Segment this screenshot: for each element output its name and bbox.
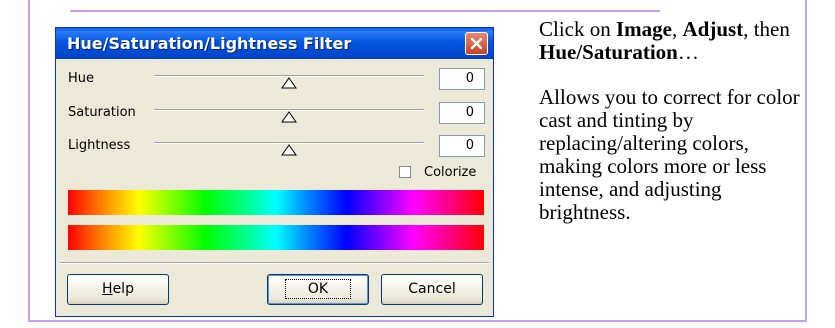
then-text: then [748, 17, 790, 41]
ok-button[interactable]: OK [267, 274, 369, 305]
saturation-value-field[interactable]: 0 [439, 102, 485, 124]
lightness-slider-thumb[interactable] [281, 144, 297, 156]
hue-value-field[interactable]: 0 [439, 68, 485, 90]
top-rule [70, 10, 660, 12]
help-label-rest: elp [112, 281, 134, 297]
lightness-label: Lightness [68, 138, 131, 153]
close-icon [470, 37, 483, 50]
menu-path-instruction: Click on Image, Adjust, then Hue/Saturat… [539, 18, 809, 64]
image-menu-name: Image [616, 17, 672, 41]
hue-saturation-menu-name: Hue/Saturation [539, 40, 678, 64]
instruction-text: Click on Image, Adjust, then Hue/Saturat… [539, 18, 809, 224]
hsl-filter-dialog: Hue/Saturation/Lightness Filter Hue 0 Sa… [55, 27, 494, 317]
click-on-text: Click on [539, 17, 616, 41]
lightness-value-field[interactable]: 0 [439, 135, 485, 157]
adjusted-spectrum-bar [68, 225, 484, 250]
cancel-button[interactable]: Cancel [381, 274, 483, 305]
hue-slider-thumb[interactable] [281, 77, 297, 89]
adjust-menu-name: Adjust [682, 17, 744, 41]
comma-1: , [672, 17, 683, 41]
close-button[interactable] [465, 32, 488, 55]
button-separator [60, 262, 489, 264]
help-button[interactable]: Help [67, 274, 169, 305]
saturation-slider-thumb[interactable] [281, 111, 297, 123]
help-mnemonic: H [102, 281, 113, 297]
saturation-label: Saturation [68, 105, 136, 120]
title-bar[interactable]: Hue/Saturation/Lightness Filter [56, 28, 493, 59]
colorize-checkbox[interactable] [399, 166, 411, 178]
original-spectrum-bar [68, 190, 484, 215]
feature-description: Allows you to correct for color cast and… [539, 85, 800, 224]
colorize-label: Colorize [424, 165, 477, 180]
hue-label: Hue [68, 71, 95, 86]
ellipsis: … [677, 40, 699, 64]
ok-label: OK [284, 279, 352, 299]
dialog-title: Hue/Saturation/Lightness Filter [67, 34, 352, 53]
